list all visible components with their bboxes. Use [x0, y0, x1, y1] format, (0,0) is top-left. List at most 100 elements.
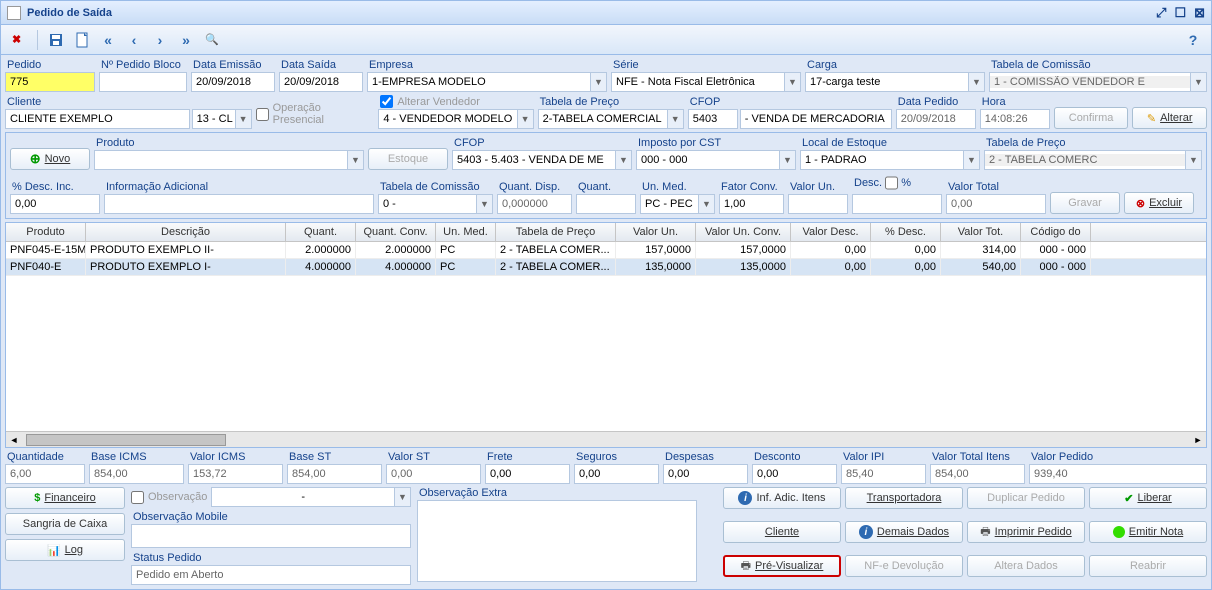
npedido-input[interactable]	[99, 72, 187, 92]
chevron-down-icon[interactable]: ▼	[968, 73, 984, 91]
saida-input[interactable]	[279, 72, 363, 92]
cfop-cod-input[interactable]	[688, 109, 738, 129]
grid-col-header[interactable]: Quant.	[286, 223, 356, 241]
desc-input[interactable]	[852, 194, 942, 214]
liberar-button[interactable]: ✔Liberar	[1089, 487, 1207, 509]
tabpreco-select[interactable]: 2-TABELA COMERCIAL	[539, 113, 667, 125]
help-button[interactable]: ?	[1181, 28, 1205, 52]
imprimir-button[interactable]: 🖶Imprimir Pedido	[967, 521, 1085, 543]
obsx-input[interactable]	[417, 500, 697, 582]
excluir-button[interactable]: ⊗Excluir	[1124, 192, 1194, 214]
pedido-input[interactable]	[5, 72, 95, 92]
sangria-button[interactable]: Sangria de Caixa	[5, 513, 125, 535]
nav-last-button[interactable]: »	[174, 28, 198, 52]
comissao-select[interactable]: 1 - COMISSÃO VENDEDOR E	[990, 76, 1190, 88]
grid-col-header[interactable]: Valor Un.	[616, 223, 696, 241]
save-button[interactable]	[44, 28, 68, 52]
item-cfop-label: CFOP	[452, 137, 632, 149]
previsualizar-button[interactable]: 🖶Pré-Visualizar	[723, 555, 841, 577]
obsm-input[interactable]	[131, 524, 411, 548]
transp-button[interactable]: Transportadora	[845, 487, 963, 509]
restore-icon[interactable]: ⤢	[1156, 5, 1166, 21]
obs-select[interactable]: -	[212, 491, 394, 503]
log-button[interactable]: 📊Log	[5, 539, 125, 561]
infadic-button[interactable]: iInf. Adic. Itens	[723, 487, 841, 509]
chevron-down-icon[interactable]: ▼	[476, 195, 492, 213]
local-select[interactable]: 1 - PADRAO	[801, 154, 963, 166]
grid-col-header[interactable]: Valor Tot.	[941, 223, 1021, 241]
chevron-down-icon[interactable]: ▼	[667, 110, 683, 128]
financeiro-button[interactable]: $Financeiro	[5, 487, 125, 509]
nav-next-button[interactable]: ›	[148, 28, 172, 52]
alterar-button[interactable]: ✎Alterar	[1132, 107, 1207, 129]
un-select[interactable]: PC - PEC	[641, 198, 698, 210]
grid-cell: 000 - 000	[1021, 259, 1091, 275]
grid-cell: 0,00	[871, 242, 941, 258]
chevron-down-icon[interactable]: ▼	[347, 151, 363, 169]
cliente-button[interactable]: Cliente	[723, 521, 841, 543]
grid-col-header[interactable]: Valor Un. Conv.	[696, 223, 791, 241]
grid-body[interactable]: PNF045-E-15MPRODUTO EXEMPLO II-2.0000002…	[6, 242, 1206, 431]
grid-cell: 157,0000	[696, 242, 791, 258]
table-row[interactable]: PNF045-E-15MPRODUTO EXEMPLO II-2.0000002…	[6, 242, 1206, 259]
qt-input[interactable]	[576, 194, 636, 214]
cliente-input[interactable]	[5, 109, 190, 129]
novo-button[interactable]: ⊕Novo	[10, 148, 90, 170]
chevron-down-icon[interactable]: ▼	[1185, 151, 1201, 169]
vendedor-select[interactable]: 4 - VENDEDOR MODELO	[379, 113, 516, 125]
descinc-input[interactable]	[10, 194, 100, 214]
tot-desc[interactable]	[752, 464, 837, 484]
grid-col-header[interactable]: Valor Desc.	[791, 223, 871, 241]
window-icon	[7, 6, 21, 20]
item-cfop-select[interactable]: 5403 - 5.403 - VENDA DE ME	[453, 154, 615, 166]
status-label: Status Pedido	[131, 552, 411, 564]
chevron-down-icon[interactable]: ▼	[394, 488, 410, 506]
grid-col-header[interactable]: % Desc.	[871, 223, 941, 241]
maximize-icon[interactable]: ☐	[1174, 5, 1186, 21]
chevron-down-icon[interactable]: ▼	[235, 110, 251, 128]
chevron-down-icon[interactable]: ▼	[784, 73, 800, 91]
nav-prev-button[interactable]: ‹	[122, 28, 146, 52]
close-icon[interactable]: ⊠	[1194, 5, 1205, 21]
op-presencial-check[interactable]: Operação Presencial	[256, 102, 375, 126]
delete-button[interactable]: ✖	[7, 28, 31, 52]
carga-select[interactable]: 17-carga teste	[806, 76, 968, 88]
item-tabpreco-select[interactable]: 2 - TABELA COMERC	[985, 154, 1185, 166]
emitir-button[interactable]: Emitir Nota	[1089, 521, 1207, 543]
tot-desp[interactable]	[663, 464, 748, 484]
horizontal-scrollbar[interactable]: ◄►	[6, 431, 1206, 447]
alt-vendedor-check[interactable]: Alterar Vendedor	[378, 95, 533, 108]
pct-check[interactable]	[885, 173, 898, 193]
chevron-down-icon[interactable]: ▼	[963, 151, 979, 169]
chevron-down-icon[interactable]: ▼	[779, 151, 795, 169]
chevron-down-icon[interactable]: ▼	[698, 195, 714, 213]
grid-col-header[interactable]: Un. Med.	[436, 223, 496, 241]
fator-input[interactable]	[719, 194, 784, 214]
search-button[interactable]: 🔍	[200, 28, 224, 52]
chevron-down-icon[interactable]: ▼	[1190, 73, 1206, 91]
item-comissao-select[interactable]: 0 -	[379, 198, 476, 210]
table-row[interactable]: PNF040-EPRODUTO EXEMPLO I-4.0000004.0000…	[6, 259, 1206, 276]
demais-button[interactable]: iDemais Dados	[845, 521, 963, 543]
cfop-desc-input[interactable]	[740, 109, 892, 129]
obs-check[interactable]: Observação	[131, 491, 207, 504]
cliente-cod[interactable]: 13 - CL	[193, 113, 235, 125]
new-doc-button[interactable]	[70, 28, 94, 52]
grid-col-header[interactable]: Código do	[1021, 223, 1091, 241]
grid-col-header[interactable]: Produto	[6, 223, 86, 241]
empresa-select[interactable]: 1-EMPRESA MODELO	[368, 76, 590, 88]
info-input[interactable]	[104, 194, 374, 214]
tot-seg[interactable]	[574, 464, 659, 484]
serie-select[interactable]: NFE - Nota Fiscal Eletrônica	[612, 76, 784, 88]
emissao-input[interactable]	[191, 72, 275, 92]
chevron-down-icon[interactable]: ▼	[615, 151, 631, 169]
grid-col-header[interactable]: Descrição	[86, 223, 286, 241]
chevron-down-icon[interactable]: ▼	[590, 73, 606, 91]
valun-input[interactable]	[788, 194, 848, 214]
nav-first-button[interactable]: «	[96, 28, 120, 52]
imposto-select[interactable]: 000 - 000	[637, 154, 779, 166]
chevron-down-icon[interactable]: ▼	[517, 110, 533, 128]
grid-col-header[interactable]: Quant. Conv.	[356, 223, 436, 241]
tot-frete[interactable]	[485, 464, 570, 484]
grid-col-header[interactable]: Tabela de Preço	[496, 223, 616, 241]
